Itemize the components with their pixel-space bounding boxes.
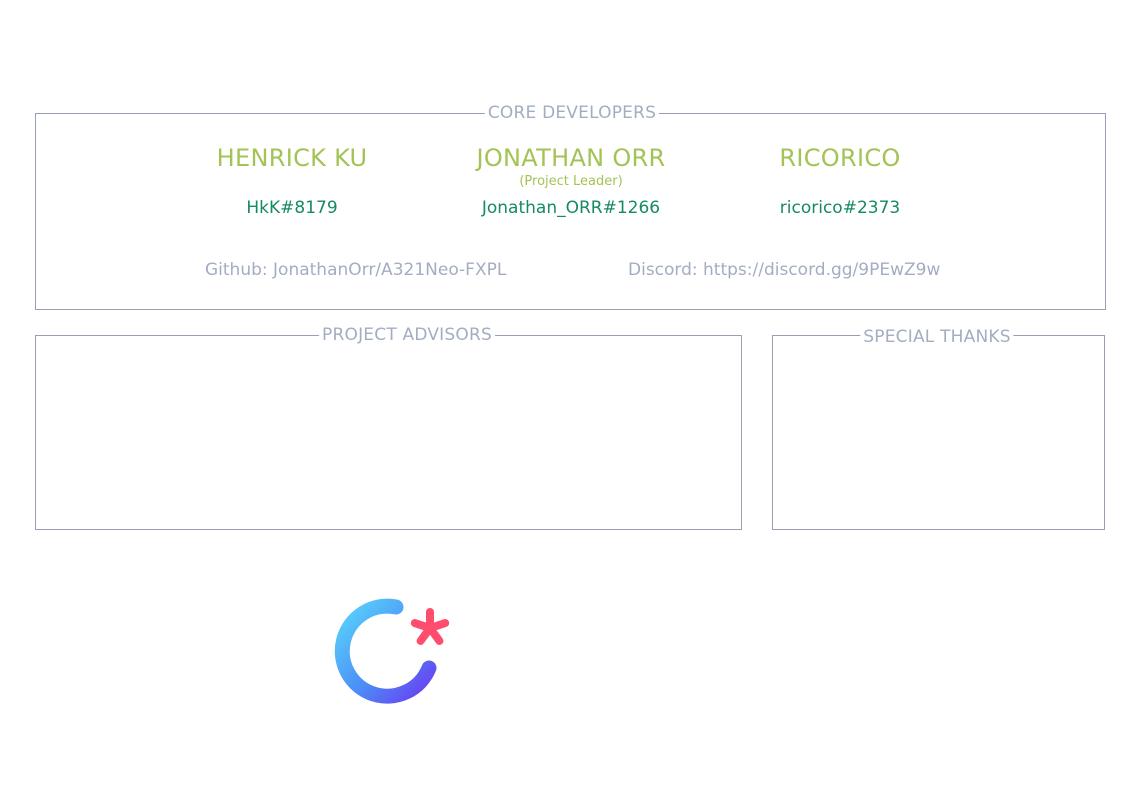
loading-spinner-star-icon xyxy=(334,598,454,708)
developer-name: JONATHAN ORR xyxy=(476,144,666,172)
core-developers-title: CORE DEVELOPERS xyxy=(484,103,660,123)
core-developers-panel: CORE DEVELOPERS HENRICK KU HkK#8179 JONA… xyxy=(35,103,1106,310)
developer-handle: ricorico#2373 xyxy=(779,198,901,218)
discord-link[interactable]: Discord: https://discord.gg/9PEwZ9w xyxy=(628,260,940,280)
special-thanks-panel: SPECIAL THANKS xyxy=(772,327,1105,530)
special-thanks-title: SPECIAL THANKS xyxy=(860,327,1014,347)
developer-handle: Jonathan_ORR#1266 xyxy=(481,198,661,218)
project-advisors-panel: PROJECT ADVISORS xyxy=(35,325,742,530)
developer-name: HENRICK KU xyxy=(216,144,368,172)
developer-role: (Project Leader) xyxy=(519,174,623,189)
developer-name: RICORICO xyxy=(779,144,901,172)
project-advisors-title: PROJECT ADVISORS xyxy=(319,325,495,345)
github-link[interactable]: Github: JonathanOrr/A321Neo-FXPL xyxy=(205,260,506,280)
developer-handle: HkK#8179 xyxy=(246,198,338,218)
